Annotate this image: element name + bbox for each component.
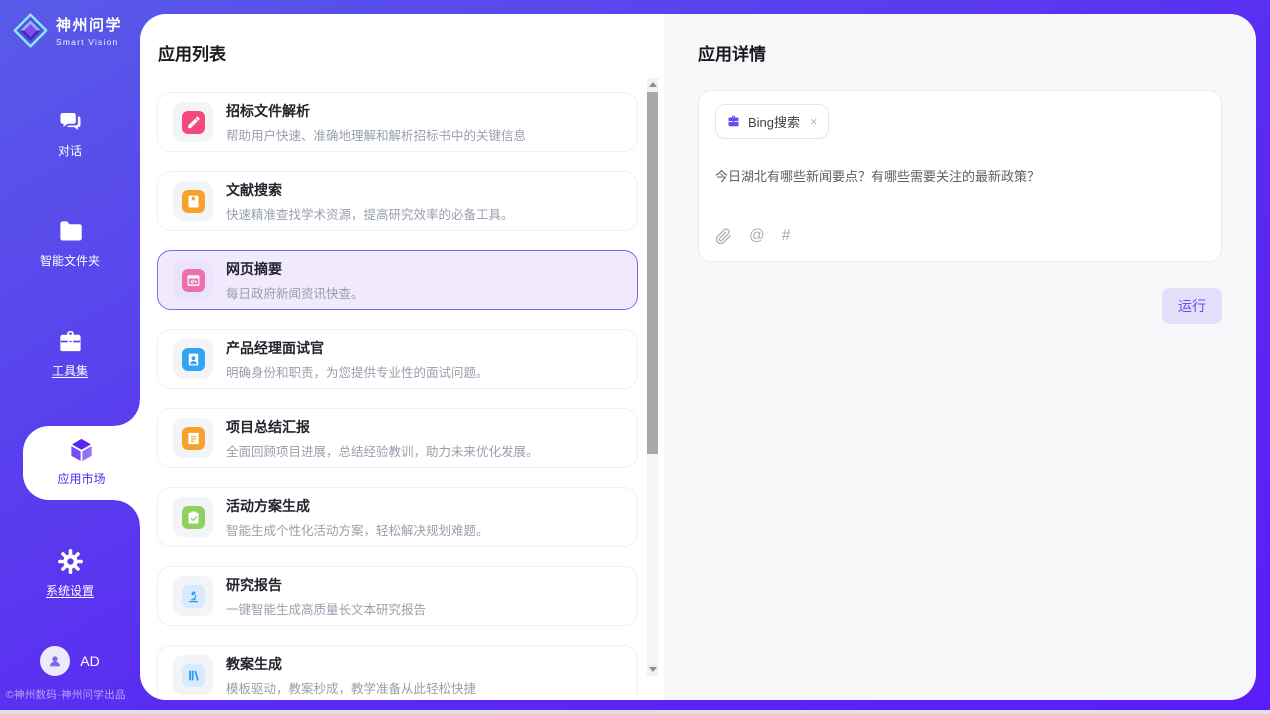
- app-detail-panel: 应用详情 Bing搜索 × 今日湖北有哪些新闻要点？有哪些需要关注的最新政策？ …: [664, 14, 1256, 700]
- edit-icon: [186, 115, 201, 130]
- paperclip-icon: [715, 228, 732, 245]
- app-card-title: 研究报告: [226, 575, 426, 595]
- sidebar-item-label: 应用市场: [57, 470, 105, 487]
- at-icon: @: [749, 227, 765, 245]
- app-list: 招标文件解析 帮助用户快速、准确地理解和解析招标书中的关键信息 文献搜索 快速精…: [157, 92, 638, 696]
- bottom-strip: [0, 710, 1270, 714]
- toolbox-icon: [57, 328, 84, 355]
- app-card-event-plan[interactable]: 活动方案生成 智能生成个性化活动方案，轻松解决规划难题。: [157, 487, 638, 547]
- browser-icon: [186, 273, 201, 288]
- user-icon: [47, 653, 63, 669]
- query-card[interactable]: Bing搜索 × 今日湖北有哪些新闻要点？有哪些需要关注的最新政策？ @ #: [698, 90, 1222, 262]
- mention-button[interactable]: @: [749, 227, 765, 245]
- sidebar-item-settings[interactable]: 系统设置: [0, 536, 140, 646]
- scrollbar[interactable]: [647, 78, 658, 676]
- app-card-project-summary[interactable]: 项目总结汇报 全面回顾项目进展，总结经验教训，助力未来优化发展。: [157, 408, 638, 468]
- input-toolbar: @ #: [715, 227, 1205, 245]
- sidebar-item-market[interactable]: 应用市场: [23, 426, 140, 500]
- folder-icon: [57, 218, 84, 245]
- app-card-literature-search[interactable]: 文献搜索 快速精准查找学术资源，提高研究效率的必备工具。: [157, 171, 638, 231]
- cube-icon: [68, 436, 95, 463]
- sidebar-item-chat[interactable]: 对话: [0, 96, 140, 206]
- sidebar-item-label: 工具集: [52, 362, 88, 379]
- tool-tag-label: Bing搜索: [748, 112, 800, 131]
- app-card-research-report[interactable]: 研究报告 一键智能生成高质量长文本研究报告: [157, 566, 638, 626]
- app-detail-title: 应用详情: [698, 40, 1222, 65]
- sidebar-item-folders[interactable]: 智能文件夹: [0, 206, 140, 316]
- run-button[interactable]: 运行: [1162, 288, 1222, 324]
- person-doc-icon: [186, 352, 201, 367]
- scroll-down-icon[interactable]: [647, 663, 658, 676]
- app-card-bid-parse[interactable]: 招标文件解析 帮助用户快速、准确地理解和解析招标书中的关键信息: [157, 92, 638, 152]
- app-card-title: 网页摘要: [226, 259, 364, 279]
- sidebar: 神州问学 Smart Vision 对话 智能文件夹 工具集 应用市场 系统设置…: [0, 0, 140, 714]
- book-icon: [186, 194, 201, 209]
- brand: 神州问学 Smart Vision: [12, 12, 122, 49]
- hashtag-button[interactable]: #: [782, 227, 791, 245]
- scroll-up-icon[interactable]: [647, 78, 658, 91]
- hash-icon: #: [782, 227, 791, 245]
- app-card-title: 活动方案生成: [226, 496, 489, 516]
- app-card-web-digest[interactable]: 网页摘要 每日政府新闻资讯快查。: [157, 250, 638, 310]
- gear-icon: [57, 548, 84, 575]
- chat-icon: [57, 108, 84, 135]
- brand-logo-diamond-icon: [12, 12, 49, 49]
- app-list-title: 应用列表: [158, 40, 226, 65]
- sidebar-item-label: 系统设置: [46, 582, 94, 599]
- sidebar-nav: 对话 智能文件夹 工具集 应用市场 系统设置: [0, 96, 140, 646]
- microscope-icon: [186, 589, 201, 604]
- sidebar-footer: ©神州数码·神州问学出品: [0, 687, 156, 702]
- app-card-desc: 智能生成个性化活动方案，轻松解决规划难题。: [226, 520, 489, 539]
- app-card-desc: 帮助用户快速、准确地理解和解析招标书中的关键信息: [226, 125, 526, 144]
- app-card-desc: 明确身份和职责，为您提供专业性的面试问题。: [226, 362, 489, 381]
- app-card-title: 招标文件解析: [226, 101, 526, 121]
- avatar[interactable]: [40, 646, 70, 676]
- app-card-desc: 全面回顾项目进展，总结经验教训，助力未来优化发展。: [226, 441, 539, 460]
- app-card-title: 文献搜索: [226, 180, 514, 200]
- app-card-lesson-plan[interactable]: 教案生成 模板驱动，教案秒成，教学准备从此轻松快捷: [157, 645, 638, 696]
- briefcase-icon: [726, 114, 741, 129]
- user-name: AD: [80, 653, 99, 669]
- tool-tag-bing-search[interactable]: Bing搜索 ×: [715, 104, 829, 139]
- books-icon: [186, 668, 201, 683]
- sidebar-item-label: 智能文件夹: [40, 252, 100, 269]
- clipboard-icon: [186, 510, 201, 525]
- app-card-title: 项目总结汇报: [226, 417, 539, 437]
- brand-subtitle: Smart Vision: [56, 37, 122, 47]
- user-row[interactable]: AD: [0, 646, 140, 676]
- scrollbar-thumb[interactable]: [647, 92, 658, 454]
- sidebar-item-label: 对话: [58, 142, 82, 159]
- app-list-panel: 应用列表 招标文件解析 帮助用户快速、准确地理解和解析招标书中的关键信息 文献搜…: [140, 14, 664, 700]
- app-card-title: 教案生成: [226, 654, 476, 674]
- app-card-desc: 快速精准查找学术资源，提高研究效率的必备工具。: [226, 204, 514, 223]
- tag-close-icon[interactable]: ×: [810, 115, 818, 128]
- run-row: 运行: [698, 288, 1222, 324]
- notepad-icon: [186, 431, 201, 446]
- brand-name: 神州问学: [56, 14, 122, 35]
- app-card-title: 产品经理面试官: [226, 338, 489, 358]
- app-card-desc: 模板驱动，教案秒成，教学准备从此轻松快捷: [226, 678, 476, 697]
- app-card-desc: 每日政府新闻资讯快查。: [226, 283, 364, 302]
- app-card-desc: 一键智能生成高质量长文本研究报告: [226, 599, 426, 618]
- app-card-pm-interviewer[interactable]: 产品经理面试官 明确身份和职责，为您提供专业性的面试问题。: [157, 329, 638, 389]
- attach-button[interactable]: [715, 228, 732, 245]
- query-input[interactable]: 今日湖北有哪些新闻要点？有哪些需要关注的最新政策？: [715, 166, 1205, 185]
